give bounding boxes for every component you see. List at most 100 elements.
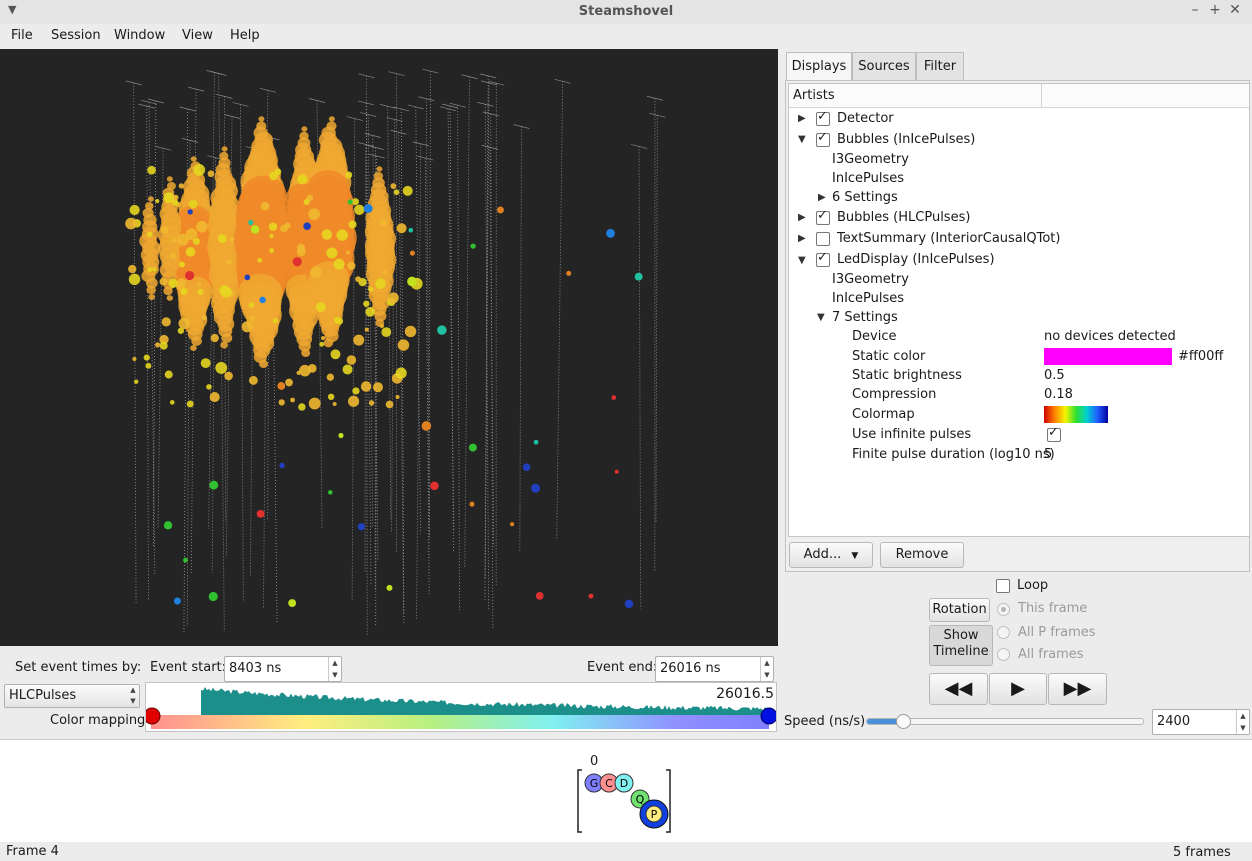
rotation-button[interactable]: Rotation <box>929 598 990 622</box>
radio-this-frame[interactable] <box>997 603 1010 616</box>
event-end-spinbox[interactable]: 26016 ns ▲ ▼ <box>655 656 774 682</box>
artists-tree[interactable]: Artists ▶ Detector ▼ Bubbles (InIcePulse… <box>788 83 1250 537</box>
menu-file[interactable]: File <box>11 28 33 43</box>
play-button[interactable]: ▶ <box>989 673 1047 705</box>
string-top-marker <box>422 68 439 74</box>
pulse-bubble <box>379 219 387 226</box>
minimize-icon[interactable]: – <box>1186 2 1204 18</box>
tab-sources[interactable]: Sources <box>852 52 916 80</box>
pulse-bubble <box>221 146 228 152</box>
static-color-swatch[interactable] <box>1044 348 1172 365</box>
radio-all-frames-label: All frames <box>1018 647 1084 662</box>
radio-all-p-frames[interactable] <box>997 626 1010 639</box>
speed-slider[interactable] <box>866 714 1144 729</box>
column-divider[interactable] <box>1041 84 1042 107</box>
spin-arrows-icon[interactable]: ▲ ▼ <box>760 657 773 681</box>
expand-arrow-icon[interactable]: ▶ <box>798 212 806 223</box>
tree-item-i3geometry[interactable]: I3Geometry <box>832 270 909 290</box>
detector-string <box>146 106 149 601</box>
pulse-bubble <box>248 375 258 385</box>
detector-checkbox[interactable] <box>816 109 830 126</box>
tree-item-textsummary[interactable]: TextSummary (InteriorCausalQTot) <box>837 229 1060 249</box>
pulse-bubble <box>241 321 253 333</box>
event-viewport[interactable] <box>0 49 778 646</box>
frame-timeline-panel[interactable]: 0 G C D Q P <box>0 739 1252 843</box>
pulse-bubble <box>388 292 399 304</box>
late-pulse-bubble <box>407 276 417 287</box>
tree-item-inicepulses[interactable]: InIcePulses <box>832 289 904 309</box>
pulse-bubble <box>190 345 197 351</box>
pulse-bubble <box>152 267 157 272</box>
pulse-bubble <box>170 237 177 243</box>
leddisplay-checkbox[interactable] <box>816 250 830 267</box>
setting-device-value[interactable]: no devices detected <box>1044 327 1176 347</box>
fast-forward-button[interactable]: ▶▶ <box>1048 673 1107 705</box>
remove-button[interactable]: Remove <box>880 542 964 568</box>
tab-displays[interactable]: Displays <box>786 52 852 81</box>
tree-item-bubbles-inice[interactable]: Bubbles (InIcePulses) <box>837 130 975 150</box>
late-pulse-bubble <box>292 257 302 267</box>
tree-item-i3geometry[interactable]: I3Geometry <box>832 150 909 170</box>
setting-finite-duration-value[interactable]: 5 <box>1044 445 1052 465</box>
pulse-bubble <box>342 364 353 375</box>
speed-spinbox[interactable]: 2400 ▲ ▼ <box>1152 709 1250 735</box>
pulse-bubble <box>147 165 156 175</box>
artists-column-header[interactable]: Artists <box>793 88 835 103</box>
infinite-pulses-checkbox[interactable] <box>1047 425 1061 442</box>
colormap-swatch[interactable] <box>1044 406 1108 423</box>
pulse-bubble <box>376 166 383 172</box>
speed-label: Speed (ns/s) <box>784 714 866 729</box>
expand-arrow-icon[interactable]: ▶ <box>798 233 806 244</box>
tree-item-inicepulses[interactable]: InIcePulses <box>832 169 904 189</box>
setting-static-brightness-value[interactable]: 0.5 <box>1044 366 1065 386</box>
pulse-source-select[interactable]: HLCPulses ▲ ▼ <box>4 684 140 708</box>
pulse-bubble <box>285 378 293 387</box>
show-timeline-button[interactable]: Show Timeline <box>929 625 993 666</box>
late-pulse-bubble <box>510 522 515 527</box>
collapse-arrow-icon[interactable]: ▼ <box>798 255 806 266</box>
event-start-label: Event start: <box>150 660 227 675</box>
tree-item-7-settings[interactable]: 7 Settings <box>832 308 898 328</box>
late-pulse-bubble <box>614 469 619 474</box>
event-display-canvas[interactable] <box>0 49 778 646</box>
setting-compression-value[interactable]: 0.18 <box>1044 385 1073 405</box>
pulse-bubble <box>209 392 220 403</box>
detector-string <box>556 81 564 539</box>
maximize-icon[interactable]: + <box>1206 2 1224 18</box>
pulse-bubble <box>258 116 265 122</box>
menu-help[interactable]: Help <box>230 28 260 43</box>
tree-item-detector[interactable]: Detector <box>837 109 894 129</box>
tab-filter[interactable]: Filter <box>916 52 964 80</box>
rewind-button[interactable]: ◀◀ <box>929 673 988 705</box>
collapse-arrow-icon[interactable]: ▼ <box>798 134 806 145</box>
event-start-spinbox[interactable]: 8403 ns ▲ ▼ <box>224 656 342 682</box>
expand-arrow-icon[interactable]: ▶ <box>798 113 806 124</box>
add-artist-button[interactable]: Add... ▼ <box>789 542 873 568</box>
bubbles-hlc-checkbox[interactable] <box>816 208 830 225</box>
tree-item-bubbles-hlc[interactable]: Bubbles (HLCPulses) <box>837 208 970 228</box>
time-histogram[interactable]: 26016.5 <box>143 682 778 732</box>
frame-diagram[interactable]: G C D Q P <box>570 766 680 836</box>
title-bar: ▼ Steamshovel – + ✕ <box>0 0 1252 25</box>
pulse-bubble <box>347 261 356 271</box>
menu-session[interactable]: Session <box>51 28 101 43</box>
radio-all-frames[interactable] <box>997 648 1010 661</box>
tree-item-6-settings[interactable]: 6 Settings <box>832 188 898 208</box>
string-top-marker <box>346 116 363 121</box>
tree-item-leddisplay[interactable]: LedDisplay (InIcePulses) <box>837 250 995 270</box>
spin-arrows-icon[interactable]: ▲ ▼ <box>328 657 341 681</box>
spin-arrows-icon[interactable]: ▲ ▼ <box>1236 710 1249 734</box>
menu-view[interactable]: View <box>182 28 213 43</box>
menu-window[interactable]: Window <box>114 28 165 43</box>
expand-arrow-icon[interactable]: ▶ <box>818 192 826 203</box>
speed-slider-handle[interactable] <box>895 714 911 729</box>
pulse-bubble <box>146 285 156 295</box>
loop-checkbox[interactable] <box>996 579 1010 593</box>
close-icon[interactable]: ✕ <box>1226 2 1244 18</box>
node-g-label: G <box>590 777 599 790</box>
bubbles-inice-checkbox[interactable] <box>816 130 830 147</box>
pulse-bubble <box>310 266 322 278</box>
late-pulse-bubble <box>208 591 218 602</box>
textsummary-checkbox[interactable] <box>816 232 830 246</box>
collapse-arrow-icon[interactable]: ▼ <box>817 312 825 323</box>
